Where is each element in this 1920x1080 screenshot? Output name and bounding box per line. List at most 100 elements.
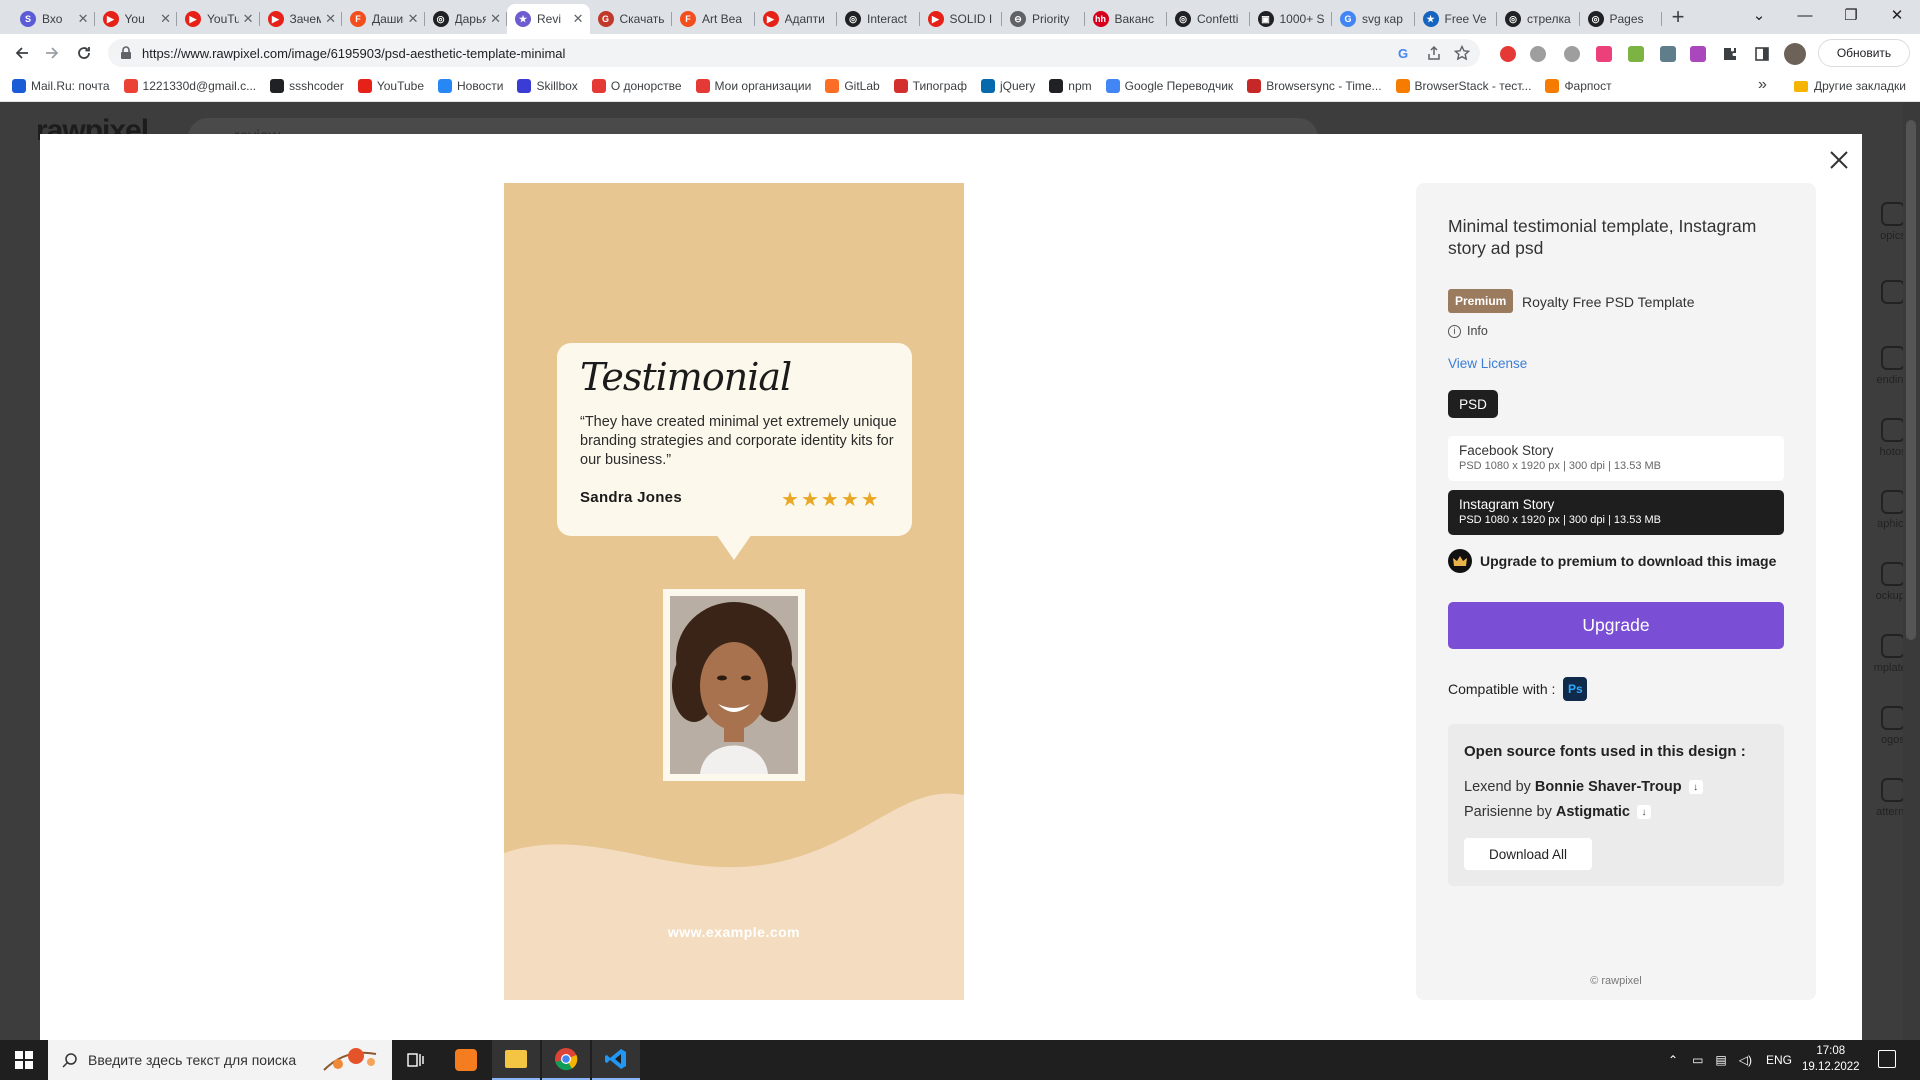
volume-icon[interactable]: ◁) [1739, 1053, 1752, 1067]
bookmark-item[interactable]: npm [1049, 79, 1092, 93]
back-button[interactable] [8, 39, 36, 67]
window-close-button[interactable]: ✕ [1874, 0, 1920, 30]
size-option-facebook-story[interactable]: Facebook Story PSD 1080 x 1920 px | 300 … [1448, 436, 1784, 481]
browser-tab[interactable]: ▶ Зачем у✕ [260, 4, 343, 34]
rail-category-icon [1881, 202, 1905, 226]
bookmark-item[interactable]: Mail.Ru: почта [12, 79, 110, 93]
scrollbar-thumb[interactable] [1906, 120, 1916, 640]
info-link[interactable]: i Info [1448, 324, 1488, 338]
image-detail-modal: Testimonial “They have created minimal y… [40, 134, 1862, 1040]
download-arrow-icon[interactable]: ↓ [1688, 780, 1703, 794]
bookmark-item[interactable]: Мои организации [695, 79, 811, 93]
size-option-instagram-story[interactable]: Instagram Story PSD 1080 x 1920 px | 300… [1448, 490, 1784, 535]
extension-m-icon[interactable] [1530, 46, 1546, 62]
browser-tab[interactable]: F Дашин ✕ [342, 4, 425, 34]
tab-label: Interact [867, 12, 908, 26]
tab-close-icon[interactable]: ✕ [243, 11, 254, 27]
bookmark-item[interactable]: Новости [438, 79, 503, 93]
notification-center-icon[interactable] [1878, 1050, 1896, 1068]
extension-red-icon[interactable] [1500, 46, 1516, 62]
other-bookmarks-folder[interactable]: Другие закладки [1794, 79, 1906, 93]
browser-tab[interactable]: S Вхо ✕ [12, 4, 95, 34]
address-bar[interactable]: https://www.rawpixel.com/image/6195903/p… [108, 39, 1480, 67]
tab-label: Дашин [372, 12, 404, 26]
taskbar-vscode[interactable] [592, 1040, 640, 1080]
browser-tab[interactable]: ▣ 1000+ S [1250, 4, 1333, 34]
start-button[interactable] [0, 1040, 48, 1080]
tray-overflow-icon[interactable]: ⌃ [1668, 1053, 1678, 1067]
tab-close-icon[interactable]: ✕ [325, 11, 336, 27]
browser-tab[interactable]: ★ Revi ✕ [507, 4, 590, 34]
bookmark-item[interactable]: jQuery [980, 79, 1035, 93]
bookmark-star-icon[interactable] [1454, 45, 1470, 61]
google-translate-icon[interactable]: G [1396, 45, 1412, 61]
tab-close-icon[interactable]: ✕ [573, 11, 584, 27]
download-arrow-icon[interactable]: ↓ [1637, 805, 1651, 819]
system-clock[interactable]: 17:08 19.12.2022 [1802, 1043, 1860, 1075]
update-button[interactable]: Обновить [1818, 39, 1910, 67]
side-panel-icon[interactable] [1754, 46, 1770, 62]
restore-button[interactable]: ❐ [1828, 0, 1874, 30]
tab-close-icon[interactable]: ✕ [490, 11, 501, 27]
browser-tab[interactable]: ◎ стрелка [1497, 4, 1580, 34]
task-view-button[interactable] [392, 1040, 440, 1080]
modal-close-button[interactable] [1828, 149, 1850, 171]
download-all-button[interactable]: Download All [1464, 838, 1592, 870]
taskbar-xampp[interactable] [442, 1040, 490, 1080]
minimize-button[interactable]: — [1782, 0, 1828, 30]
rail-category-icon [1881, 418, 1905, 442]
browser-tab[interactable]: G Скачать [590, 4, 673, 34]
bookmark-item[interactable]: Browsersync - Time... [1247, 79, 1382, 93]
browser-tab[interactable]: Gsvg кар [1332, 4, 1415, 34]
browser-tab[interactable]: ◎ Pages [1580, 4, 1663, 34]
bookmark-item[interactable]: Skillbox [517, 79, 578, 93]
profile-avatar[interactable] [1784, 43, 1806, 65]
taskbar-search-box[interactable]: Введите здесь текст для поиска [48, 1040, 392, 1080]
tab-close-icon[interactable]: ✕ [160, 11, 171, 27]
format-psd-tab[interactable]: PSD [1448, 390, 1498, 418]
extensions-puzzle-icon[interactable] [1722, 46, 1738, 62]
language-indicator[interactable]: ENG [1766, 1053, 1792, 1067]
extension-pink-icon[interactable] [1596, 46, 1612, 62]
tab-search-button[interactable]: ⌄ [1736, 0, 1782, 30]
new-tab-button[interactable]: + [1664, 4, 1692, 30]
browser-tab[interactable]: ◎ Confetti [1167, 4, 1250, 34]
bookmark-item[interactable]: ssshcoder [270, 79, 344, 93]
tab-favicon-icon: ◎ [845, 11, 861, 27]
browser-tab[interactable]: ▶ SOLID I [920, 4, 1003, 34]
bookmark-label: Новости [457, 79, 504, 93]
bookmark-item[interactable]: BrowserStack - тест... [1395, 79, 1531, 93]
network-icon[interactable]: ▤ [1715, 1053, 1726, 1067]
browser-tab[interactable]: ◎ Interact [837, 4, 920, 34]
bookmark-item[interactable]: О донорстве [591, 79, 682, 93]
browser-tab[interactable]: ⊖ Priority [1002, 4, 1085, 34]
browser-tab[interactable]: ★ Free Ve [1415, 4, 1498, 34]
extension-gear-icon[interactable] [1564, 46, 1580, 62]
bookmark-item[interactable]: Типограф [893, 79, 967, 93]
taskbar-chrome[interactable] [542, 1040, 590, 1080]
view-license-link[interactable]: View License [1448, 356, 1527, 371]
extension-tool-icon[interactable] [1660, 46, 1676, 62]
browser-tab[interactable]: ▶ You ✕ [95, 4, 178, 34]
extension-download-icon[interactable] [1628, 46, 1644, 62]
browser-tab[interactable]: F Art Bea [672, 4, 755, 34]
taskbar-file-explorer[interactable] [492, 1040, 540, 1080]
share-icon[interactable] [1426, 45, 1442, 61]
bookmark-item[interactable]: Google Переводчик [1105, 79, 1233, 93]
tab-close-icon[interactable]: ✕ [408, 11, 419, 27]
extension-color-icon[interactable] [1690, 46, 1706, 62]
tab-close-icon[interactable]: ✕ [78, 11, 89, 27]
reload-button[interactable] [70, 39, 98, 67]
upgrade-button[interactable]: Upgrade [1448, 602, 1784, 649]
browser-tab[interactable]: hh Ваканс [1085, 4, 1168, 34]
bookmark-item[interactable]: Фарпост [1545, 79, 1612, 93]
bookmark-item[interactable]: YouTube [357, 79, 424, 93]
forward-button[interactable] [38, 39, 66, 67]
bookmark-item[interactable]: 1221330d@gmail.c... [123, 79, 256, 93]
browser-tab[interactable]: ▶ Адапти [755, 4, 838, 34]
bookmark-item[interactable]: GitLab [825, 79, 880, 93]
more-bookmarks-button[interactable]: » [1758, 76, 1767, 94]
browser-tab[interactable]: ▶ YouTub ✕ [177, 4, 260, 34]
tray-app-icon[interactable]: ▭ [1692, 1053, 1703, 1067]
browser-tab[interactable]: ◎ Дарья I✕ [425, 4, 508, 34]
